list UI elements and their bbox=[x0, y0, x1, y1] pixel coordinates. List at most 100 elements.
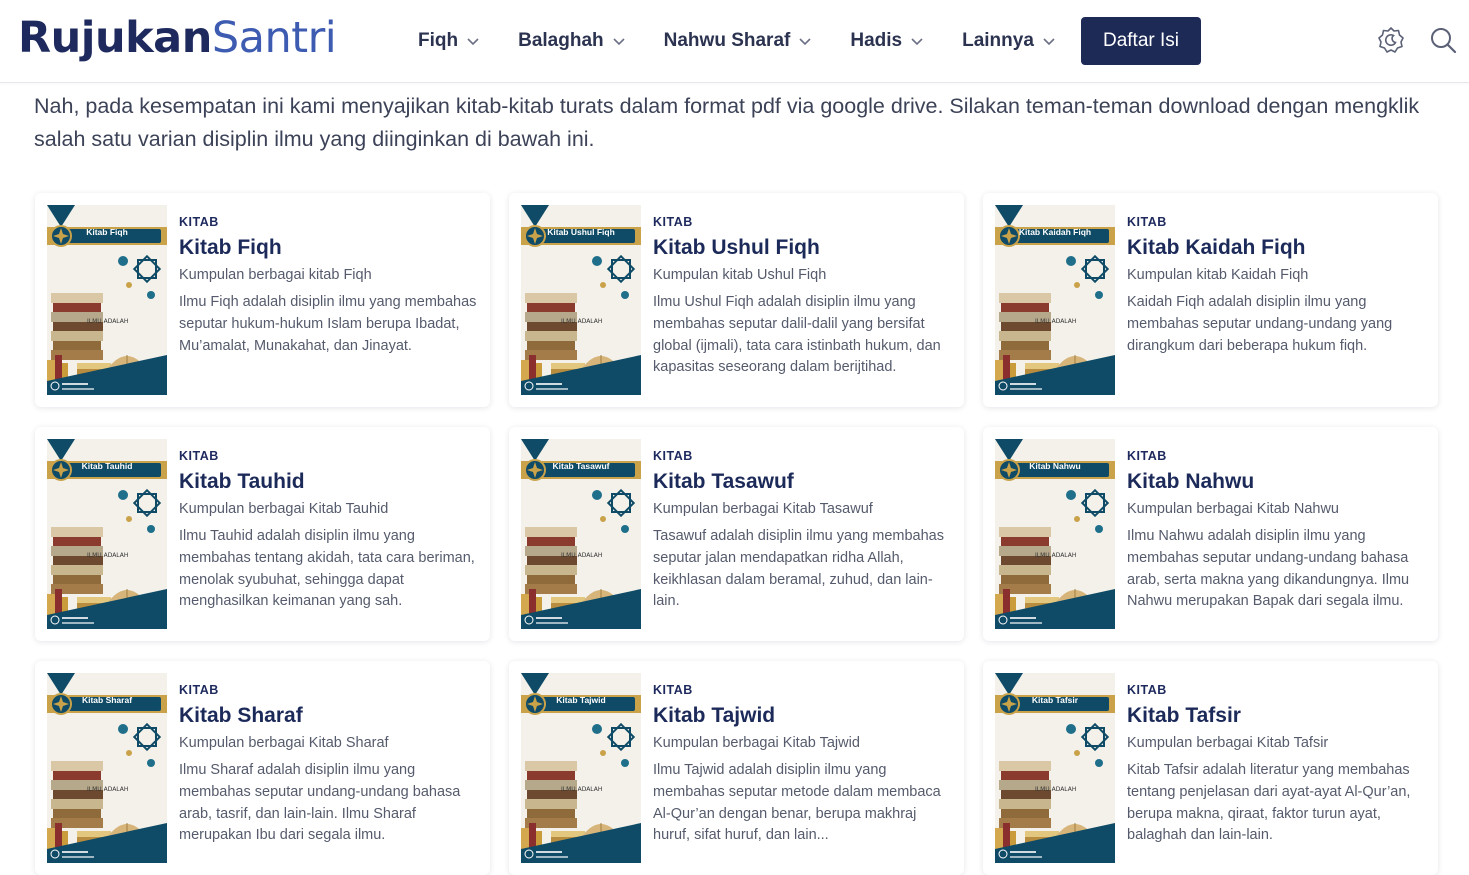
card-subtitle: Kumpulan berbagai Kitab Tauhid bbox=[179, 501, 389, 517]
logo-text-primary: Rujukan bbox=[18, 13, 212, 63]
card-kicker: KITAB bbox=[653, 215, 693, 229]
card-description: Tasawuf adalah disiplin ilmu yang membah… bbox=[653, 528, 944, 610]
card-title[interactable]: Kitab Tasawuf bbox=[653, 470, 953, 494]
svg-text:ILMU ADALAH: ILMU ADALAH bbox=[561, 552, 602, 559]
nav-item-nahwu-sharaf[interactable]: Nahwu Sharaf bbox=[664, 30, 813, 52]
card-kicker: KITAB bbox=[653, 683, 693, 697]
card-title[interactable]: Kitab Sharaf bbox=[179, 704, 479, 728]
kitab-card[interactable]: ILMU ADALAH Kitab Tasawuf KITAB Kitab Ta… bbox=[509, 427, 964, 641]
site-logo[interactable]: RujukanSantri bbox=[18, 8, 337, 68]
card-description: Ilmu Tajwid adalah disiplin ilmu yang me… bbox=[653, 762, 941, 844]
kitab-cover-image[interactable]: ILMU ADALAH Kitab Sharaf bbox=[47, 673, 167, 863]
card-subtitle: Kumpulan berbagai kitab Fiqh bbox=[179, 267, 372, 283]
card-title[interactable]: Kitab Tafsir bbox=[1127, 704, 1427, 728]
card-description: Kaidah Fiqh adalah disiplin ilmu yang me… bbox=[1127, 294, 1393, 354]
cover-title: Kitab Fiqh bbox=[86, 227, 128, 237]
theme-toggle-icon[interactable] bbox=[1376, 25, 1406, 55]
cover-title: Kitab Tauhid bbox=[81, 461, 133, 471]
logo-text-secondary: Santri bbox=[211, 13, 337, 63]
svg-text:ILMU ADALAH: ILMU ADALAH bbox=[1035, 318, 1076, 325]
cover-title: Kitab Tajwid bbox=[556, 695, 606, 705]
nav-label: Hadis bbox=[850, 30, 903, 51]
card-subtitle: Kumpulan berbagai Kitab Tasawuf bbox=[653, 501, 873, 517]
kitab-cover-image[interactable]: ILMU ADALAH Kitab Ushul Fiqh bbox=[521, 205, 641, 395]
svg-text:ILMU ADALAH: ILMU ADALAH bbox=[1035, 552, 1076, 559]
card-info: KITAB Kitab Ushul Fiqh Kumpulan kitab Us… bbox=[653, 215, 953, 379]
card-info: KITAB Kitab Nahwu Kumpulan berbagai Kita… bbox=[1127, 449, 1427, 613]
svg-text:ILMU ADALAH: ILMU ADALAH bbox=[561, 786, 602, 793]
kitab-card[interactable]: ILMU ADALAH Kitab Tafsir KITAB Kitab Taf… bbox=[983, 661, 1438, 875]
svg-text:ILMU ADALAH: ILMU ADALAH bbox=[561, 318, 602, 325]
svg-text:ILMU ADALAH: ILMU ADALAH bbox=[1035, 786, 1076, 793]
card-description: Ilmu Fiqh adalah disiplin ilmu yang memb… bbox=[179, 294, 477, 354]
card-description: Ilmu Ushul Fiqh adalah disiplin ilmu yan… bbox=[653, 294, 941, 376]
card-kicker: KITAB bbox=[1127, 683, 1167, 697]
nav-item-lainnya[interactable]: Lainnya bbox=[962, 30, 1056, 52]
card-title[interactable]: Kitab Tauhid bbox=[179, 470, 479, 494]
card-info: KITAB Kitab Tauhid Kumpulan berbagai Kit… bbox=[179, 449, 479, 613]
kitab-card[interactable]: ILMU ADALAH Kitab Nahwu KITAB Kitab Nahw… bbox=[983, 427, 1438, 641]
card-title[interactable]: Kitab Tajwid bbox=[653, 704, 953, 728]
kitab-cover-image[interactable]: ILMU ADALAH Kitab Tauhid bbox=[47, 439, 167, 629]
chevron-down-icon bbox=[467, 38, 479, 46]
chevron-down-icon bbox=[799, 38, 811, 46]
card-kicker: KITAB bbox=[179, 215, 219, 229]
nav-item-fiqh[interactable]: Fiqh bbox=[418, 30, 480, 52]
cover-title: Kitab Nahwu bbox=[1029, 461, 1081, 471]
nav-label: Balaghah bbox=[518, 30, 604, 51]
card-description: Ilmu Tauhid adalah disiplin ilmu yang me… bbox=[179, 528, 475, 610]
card-kicker: KITAB bbox=[179, 449, 219, 463]
chevron-down-icon bbox=[613, 38, 625, 46]
nav-item-hadis[interactable]: Hadis bbox=[850, 30, 924, 52]
card-subtitle: Kumpulan berbagai Kitab Sharaf bbox=[179, 735, 389, 751]
kitab-card[interactable]: ILMU ADALAH Kitab Sharaf KITAB Kitab Sha… bbox=[35, 661, 490, 875]
kitab-cover-image[interactable]: ILMU ADALAH Kitab Tajwid bbox=[521, 673, 641, 863]
card-info: KITAB Kitab Tajwid Kumpulan berbagai Kit… bbox=[653, 683, 953, 847]
daftar-isi-button[interactable]: Daftar Isi bbox=[1081, 17, 1201, 65]
card-title[interactable]: Kitab Kaidah Fiqh bbox=[1127, 236, 1427, 260]
card-description: Ilmu Sharaf adalah disiplin ilmu yang me… bbox=[179, 762, 461, 844]
card-subtitle: Kumpulan berbagai Kitab Nahwu bbox=[1127, 501, 1339, 517]
card-info: KITAB Kitab Fiqh Kumpulan berbagai kitab… bbox=[179, 215, 479, 357]
chevron-down-icon bbox=[911, 38, 923, 46]
kitab-card[interactable]: ILMU ADALAH Kitab Kaidah Fiqh KITAB Kita… bbox=[983, 193, 1438, 407]
nav-label: Lainnya bbox=[962, 30, 1034, 51]
main-nav: Fiqh Balaghah Nahwu Sharaf Hadis Lainnya bbox=[418, 17, 1094, 65]
card-subtitle: Kumpulan kitab Ushul Fiqh bbox=[653, 267, 827, 283]
kitab-cover-image[interactable]: ILMU ADALAH Kitab Nahwu bbox=[995, 439, 1115, 629]
cover-title: Kitab Ushul Fiqh bbox=[547, 227, 615, 237]
kitab-cover-image[interactable]: ILMU ADALAH Kitab Tasawuf bbox=[521, 439, 641, 629]
card-subtitle: Kumpulan berbagai Kitab Tafsir bbox=[1127, 735, 1329, 751]
card-title[interactable]: Kitab Fiqh bbox=[179, 236, 479, 260]
cover-title: Kitab Sharaf bbox=[81, 695, 133, 705]
nav-label: Nahwu Sharaf bbox=[663, 30, 791, 51]
kitab-cover-image[interactable]: ILMU ADALAH Kitab Fiqh bbox=[47, 205, 167, 395]
card-info: KITAB Kitab Kaidah Fiqh Kumpulan kitab K… bbox=[1127, 215, 1427, 357]
card-description: Ilmu Nahwu adalah disiplin ilmu yang mem… bbox=[1127, 528, 1410, 610]
card-title[interactable]: Kitab Nahwu bbox=[1127, 470, 1427, 494]
search-icon[interactable] bbox=[1428, 25, 1458, 55]
kitab-card[interactable]: ILMU ADALAH Kitab Tajwid KITAB Kitab Taj… bbox=[509, 661, 964, 875]
cover-title: Kitab Tafsir bbox=[1031, 695, 1079, 705]
card-kicker: KITAB bbox=[653, 449, 693, 463]
card-title[interactable]: Kitab Ushul Fiqh bbox=[653, 236, 953, 260]
kitab-card[interactable]: ILMU ADALAH Kitab Fiqh KITAB Kitab Fiqh … bbox=[35, 193, 490, 407]
nav-label: Fiqh bbox=[418, 30, 459, 51]
cover-title: Kitab Kaidah Fiqh bbox=[1018, 227, 1092, 237]
svg-text:ILMU ADALAH: ILMU ADALAH bbox=[87, 786, 128, 793]
card-info: KITAB Kitab Tasawuf Kumpulan berbagai Ki… bbox=[653, 449, 953, 613]
kitab-cover-image[interactable]: ILMU ADALAH Kitab Tafsir bbox=[995, 673, 1115, 863]
card-kicker: KITAB bbox=[179, 683, 219, 697]
card-kicker: KITAB bbox=[1127, 215, 1167, 229]
kitab-card[interactable]: ILMU ADALAH Kitab Tauhid KITAB Kitab Tau… bbox=[35, 427, 490, 641]
card-info: KITAB Kitab Tafsir Kumpulan berbagai Kit… bbox=[1127, 683, 1427, 847]
card-kicker: KITAB bbox=[1127, 449, 1167, 463]
nav-item-balaghah[interactable]: Balaghah bbox=[518, 30, 626, 52]
kitab-cover-image[interactable]: ILMU ADALAH Kitab Kaidah Fiqh bbox=[995, 205, 1115, 395]
card-description: Kitab Tafsir adalah literatur yang memba… bbox=[1127, 762, 1411, 844]
cover-title: Kitab Tasawuf bbox=[552, 461, 610, 471]
card-subtitle: Kumpulan berbagai Kitab Tajwid bbox=[653, 735, 860, 751]
site-header: RujukanSantri Fiqh Balaghah Nahwu Sharaf… bbox=[0, 0, 1469, 83]
chevron-down-icon bbox=[1043, 38, 1055, 46]
kitab-card[interactable]: ILMU ADALAH Kitab Ushul Fiqh KITAB Kitab… bbox=[509, 193, 964, 407]
